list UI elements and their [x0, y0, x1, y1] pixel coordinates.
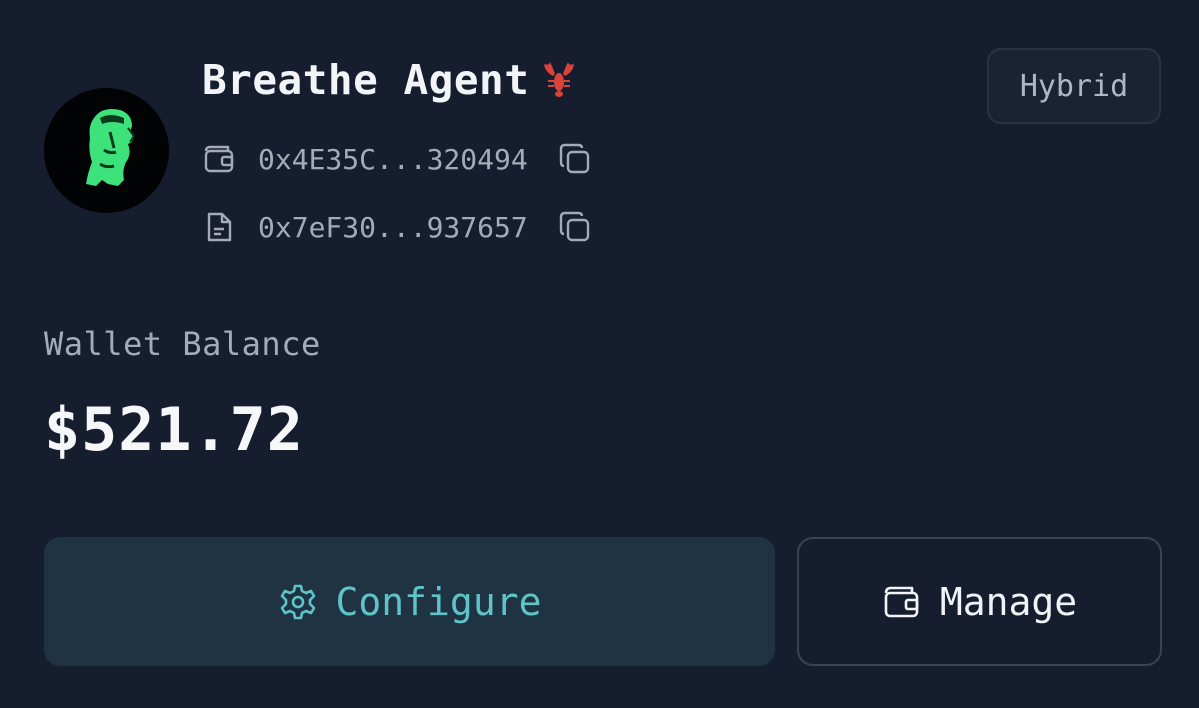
agent-avatar-image: [44, 88, 169, 213]
balance-label: Wallet Balance: [44, 325, 321, 363]
wallet-address-row: 0x4E35C...320494: [202, 140, 594, 178]
manage-label: Manage: [939, 579, 1078, 624]
configure-button[interactable]: Configure: [44, 537, 775, 666]
contract-address: 0x7eF30...937657: [258, 210, 528, 244]
wallet-icon: [202, 142, 236, 176]
contract-address-row: 0x7eF30...937657: [202, 208, 594, 246]
document-icon: [202, 210, 236, 244]
wallet-address: 0x4E35C...320494: [258, 142, 528, 176]
copy-contract-address-icon[interactable]: [556, 208, 594, 246]
copy-wallet-address-icon[interactable]: [556, 140, 594, 178]
gear-icon: [278, 582, 318, 622]
agent-avatar: [44, 88, 169, 213]
lobster-icon: [539, 60, 579, 100]
agent-card: Breathe Agent 0x4E35C...320494 0x7eF30..…: [0, 0, 1199, 708]
configure-label: Configure: [335, 579, 542, 624]
mode-badge: Hybrid: [987, 48, 1161, 124]
agent-name-text: Breathe Agent: [202, 56, 530, 104]
balance-value: $521.72: [44, 395, 304, 465]
manage-button[interactable]: Manage: [797, 537, 1162, 666]
agent-name: Breathe Agent: [202, 56, 579, 104]
wallet-icon: [882, 582, 922, 622]
